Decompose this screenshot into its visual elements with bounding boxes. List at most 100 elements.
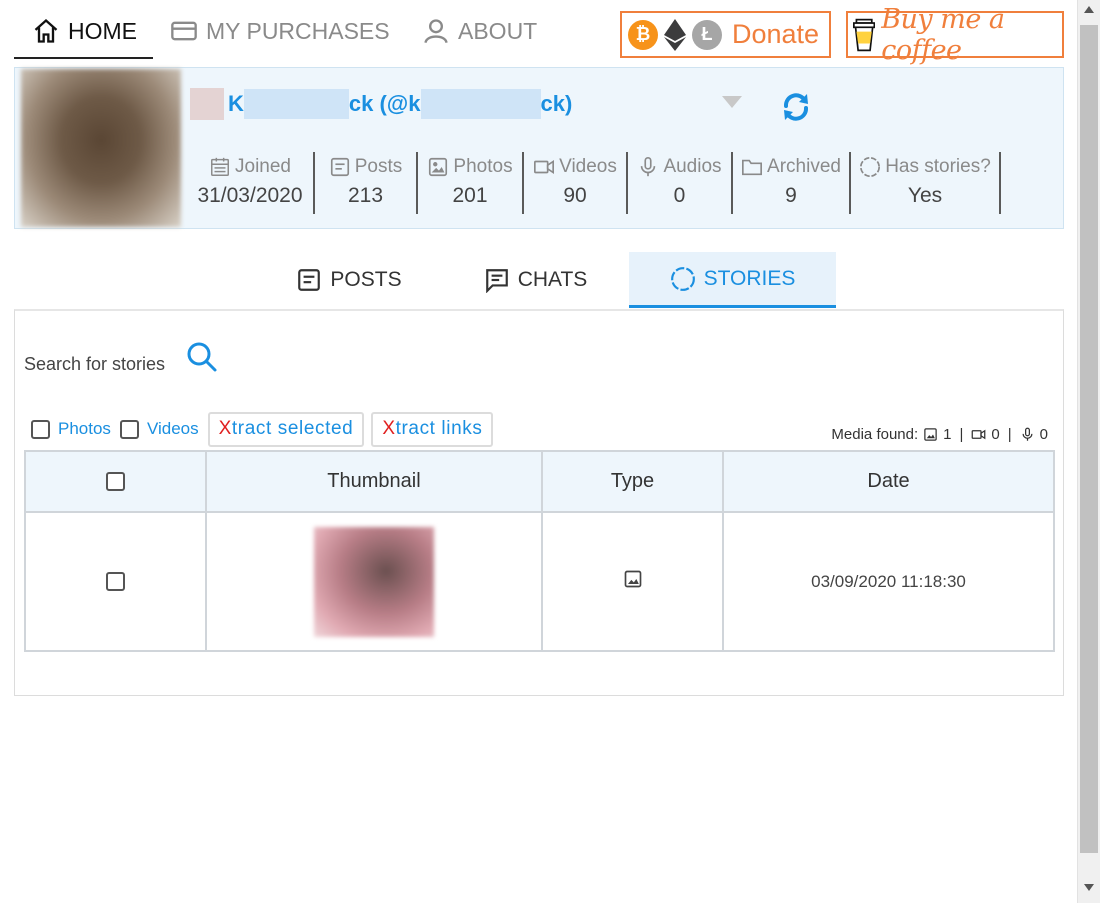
type-header: Type <box>541 450 724 513</box>
chat-icon <box>485 269 508 293</box>
coffee-label: Buy me a coffee <box>881 3 1005 66</box>
avatar[interactable] <box>21 69 181 227</box>
stat-value: 90 <box>563 184 587 207</box>
stories-ring-icon <box>860 157 881 177</box>
search-icon[interactable] <box>186 341 218 373</box>
xtract-links-button[interactable]: Xtract links <box>371 411 494 447</box>
media-found-label: Media found: <box>831 426 919 443</box>
date-header: Date <box>722 450 1055 513</box>
profile-card: K ck (@k ck) Joined 31/03/2020 Posts 213 <box>14 67 1064 229</box>
content-tabs: POSTS CHATS STORIES <box>256 252 836 308</box>
nav-tab-purchases[interactable]: MY PURCHASES <box>170 12 390 50</box>
tab-posts[interactable]: POSTS <box>256 252 442 308</box>
stat-value: 201 <box>452 184 488 207</box>
video-icon <box>972 429 986 440</box>
xtract-selected-button[interactable]: Xtract selected <box>207 411 365 447</box>
name-part-1: K <box>228 91 244 116</box>
select-all-checkbox[interactable] <box>106 472 125 491</box>
photos-checkbox[interactable] <box>31 419 50 439</box>
donate-button[interactable]: ₿ Ł Donate <box>620 11 831 58</box>
scrollbar-thumb[interactable] <box>1080 25 1098 853</box>
post-icon <box>298 269 321 291</box>
name-redaction <box>190 88 224 120</box>
name-part-3: ck) <box>540 91 573 116</box>
search-label: Search for stories <box>24 354 166 374</box>
litecoin-icon: Ł <box>692 19 722 50</box>
image-icon <box>429 157 448 177</box>
media-found-summary: Media found: 1 | 0 | 0 <box>831 426 1048 443</box>
videos-checkbox[interactable] <box>119 419 139 439</box>
stat-videos: Videos 90 <box>524 152 628 214</box>
nav-tab-home[interactable]: HOME <box>32 12 137 50</box>
stat-label: Audios <box>663 156 722 177</box>
media-found-audios: 0 <box>1039 426 1048 443</box>
stat-label: Has stories? <box>885 156 991 177</box>
stat-archived: Archived 9 <box>733 152 851 214</box>
image-icon <box>924 428 937 441</box>
photos-filter-label[interactable]: Photos <box>58 419 111 439</box>
stat-audios: Audios 0 <box>628 152 733 214</box>
stat-joined: Joined 31/03/2020 <box>187 152 315 214</box>
scroll-down-arrow-icon[interactable] <box>1084 884 1094 891</box>
select-all-header <box>24 450 207 513</box>
refresh-icon[interactable] <box>779 90 813 124</box>
videos-filter-label[interactable]: Videos <box>147 419 199 439</box>
folder-icon <box>742 159 763 176</box>
stories-ring-icon <box>670 266 695 291</box>
user-icon <box>424 19 448 44</box>
nav-purchases-label: MY PURCHASES <box>206 17 390 44</box>
tab-stories[interactable]: STORIES <box>629 252 836 308</box>
tab-chats[interactable]: CHATS <box>442 252 629 308</box>
xtract-x-mark: X <box>218 418 232 439</box>
type-cell <box>541 511 724 652</box>
thumbnail-cell <box>205 511 543 652</box>
row-select-cell <box>24 511 207 652</box>
tab-posts-label: POSTS <box>330 268 402 291</box>
credit-card-icon <box>171 21 197 41</box>
name-redaction <box>243 89 349 119</box>
nav-tab-about[interactable]: ABOUT <box>422 12 537 50</box>
donate-label: Donate <box>732 19 820 49</box>
stories-panel: Search for stories Photos Videos Xtract … <box>14 309 1064 696</box>
story-thumbnail[interactable] <box>314 526 434 637</box>
profile-stats: Joined 31/03/2020 Posts 213 Photos 201 V… <box>187 152 1001 214</box>
microphone-icon <box>1022 427 1033 441</box>
table-row: 03/09/2020 11:18:30 <box>24 511 1055 652</box>
stat-posts: Posts 213 <box>315 152 418 214</box>
nav-home-label: HOME <box>68 17 137 44</box>
stat-label: Photos <box>453 156 513 177</box>
buy-me-a-coffee-button[interactable]: Buy me a coffee <box>846 4 1064 66</box>
scroll-up-arrow-icon[interactable] <box>1084 6 1094 13</box>
stat-value: 213 <box>347 184 384 207</box>
filter-bar: Photos Videos Xtract selected Xtract lin… <box>31 411 500 447</box>
account-dropdown-caret[interactable] <box>722 96 742 108</box>
home-icon <box>34 18 58 43</box>
video-icon <box>534 159 555 175</box>
stat-value: 0 <box>673 184 686 207</box>
thumbnail-header: Thumbnail <box>205 450 543 513</box>
media-found-photos: 1 <box>943 426 952 443</box>
table-header-row: Thumbnail Type Date <box>24 450 1055 513</box>
media-found-videos: 0 <box>991 426 1000 443</box>
stat-has-stories: Has stories? Yes <box>851 152 1001 214</box>
active-tab-underline <box>14 57 153 59</box>
calendar-icon <box>211 157 229 176</box>
stat-value: Yes <box>907 184 943 207</box>
stat-label: Joined <box>235 156 291 177</box>
row-checkbox[interactable] <box>106 572 125 591</box>
stat-label: Archived <box>767 156 841 177</box>
stat-label: Posts <box>354 156 403 177</box>
stat-label: Videos <box>559 156 617 177</box>
xtract-x-mark: X <box>382 418 396 439</box>
name-redaction <box>420 89 541 119</box>
vertical-scrollbar[interactable] <box>1077 0 1100 903</box>
ethereum-icon <box>664 18 686 51</box>
tab-stories-label: STORIES <box>703 266 796 290</box>
stat-value: 9 <box>785 184 797 207</box>
xtract-selected-label: tract selected <box>231 418 354 439</box>
nav-about-label: ABOUT <box>458 17 538 44</box>
microphone-icon <box>641 157 656 177</box>
image-icon <box>624 570 641 588</box>
stories-table: Thumbnail Type Date 03/09/2020 11:18:30 <box>24 450 1055 652</box>
bitcoin-icon: ₿ <box>628 19 658 50</box>
